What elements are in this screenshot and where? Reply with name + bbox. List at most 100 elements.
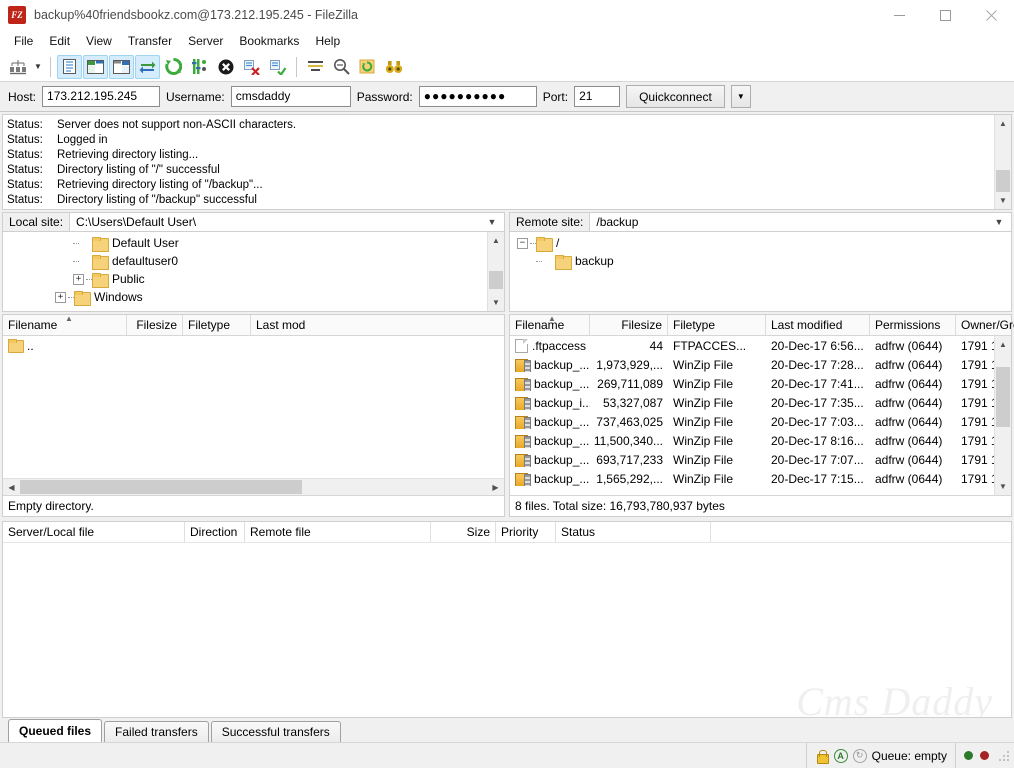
table-row[interactable]: backup_... 1,973,929,... WinZip File 20-… — [510, 355, 994, 374]
tree-node[interactable]: defaultuser0 — [3, 252, 487, 270]
reconnect-icon[interactable] — [265, 55, 290, 79]
scroll-down-icon[interactable]: ▼ — [488, 294, 504, 311]
toggle-message-log-icon[interactable] — [57, 54, 82, 79]
scroll-down-icon[interactable]: ▼ — [995, 478, 1011, 495]
scroll-track[interactable] — [20, 479, 487, 495]
scroll-thumb[interactable] — [20, 480, 302, 494]
tree-node[interactable]: backup — [510, 252, 1011, 270]
remote-list-scrollbar[interactable]: ▲ ▼ — [994, 336, 1011, 495]
filter-icon[interactable] — [303, 55, 328, 79]
scroll-thumb[interactable] — [489, 271, 503, 289]
host-input[interactable]: 173.212.195.245 — [42, 86, 161, 107]
search-remote-files-icon[interactable] — [381, 55, 406, 79]
toggle-remote-tree-icon[interactable] — [109, 54, 134, 79]
process-queue-icon[interactable] — [187, 55, 212, 79]
table-row[interactable]: backup_... 737,463,025 WinZip File 20-De… — [510, 412, 994, 431]
toggle-transfer-queue-icon[interactable] — [135, 54, 160, 79]
menu-view[interactable]: View — [78, 32, 120, 50]
tree-node[interactable]: + Windows — [3, 288, 487, 306]
tree-node[interactable]: + Public — [3, 270, 487, 288]
quickconnect-dropdown-icon[interactable]: ▼ — [730, 85, 751, 108]
scroll-track[interactable] — [995, 132, 1011, 192]
speed-limit-icon[interactable]: ↻ — [852, 748, 867, 763]
scroll-thumb[interactable] — [996, 170, 1010, 192]
scroll-track[interactable] — [488, 249, 504, 294]
table-row[interactable]: backup_... 1,565,292,... WinZip File 20-… — [510, 469, 994, 488]
column-header-size[interactable]: Size — [431, 522, 496, 542]
scroll-right-icon[interactable]: ▶ — [487, 479, 504, 495]
synchronized-browsing-icon[interactable] — [355, 55, 380, 79]
menu-help[interactable]: Help — [307, 32, 348, 50]
cancel-operation-icon[interactable] — [213, 55, 238, 79]
column-header-filetype[interactable]: Filetype — [183, 315, 251, 335]
chevron-down-icon[interactable]: ▼ — [991, 217, 1007, 227]
column-header-owner[interactable]: Owner/Gro... — [956, 315, 1014, 335]
column-header-direction[interactable]: Direction — [185, 522, 245, 542]
column-header-priority[interactable]: Priority — [496, 522, 556, 542]
menu-transfer[interactable]: Transfer — [120, 32, 180, 50]
column-header-permissions[interactable]: Permissions — [870, 315, 956, 335]
scroll-left-icon[interactable]: ◀ — [3, 479, 20, 495]
menu-bookmarks[interactable]: Bookmarks — [231, 32, 307, 50]
port-input[interactable]: 21 — [574, 86, 621, 107]
site-manager-dropdown-icon[interactable]: ▼ — [32, 55, 44, 79]
maximize-button[interactable] — [922, 0, 968, 30]
toggle-local-tree-icon[interactable] — [83, 54, 108, 79]
username-input[interactable]: cmsdaddy — [230, 86, 351, 107]
column-header-status[interactable]: Status — [556, 522, 711, 542]
tree-expander-icon[interactable]: − — [517, 237, 528, 249]
tab-successful-transfers[interactable]: Successful transfers — [210, 721, 341, 742]
scroll-thumb[interactable] — [996, 367, 1010, 427]
local-tree-scrollbar[interactable]: ▲ ▼ — [487, 232, 504, 311]
resize-grip[interactable] — [997, 748, 1011, 763]
menu-edit[interactable]: Edit — [41, 32, 78, 50]
scroll-up-icon[interactable]: ▲ — [488, 232, 504, 249]
column-header-filesize[interactable]: Filesize — [127, 315, 183, 335]
column-header-lastmodified[interactable]: Last modified — [766, 315, 870, 335]
password-input[interactable]: ●●●●●●●●●● — [418, 86, 537, 107]
table-row[interactable]: backup_... 269,711,089 WinZip File 20-De… — [510, 374, 994, 393]
queue-body[interactable]: Cms Daddy — [3, 543, 1011, 717]
quickconnect-button[interactable]: Quickconnect — [626, 85, 725, 108]
scroll-up-icon[interactable]: ▲ — [995, 336, 1011, 353]
local-list-body[interactable]: .. — [3, 336, 504, 478]
tree-expander-icon[interactable]: + — [73, 273, 84, 285]
column-header-server-local-file[interactable]: Server/Local file — [3, 522, 185, 542]
close-button[interactable] — [968, 0, 1014, 30]
scroll-up-icon[interactable]: ▲ — [995, 115, 1011, 132]
menu-file[interactable]: File — [6, 32, 41, 50]
tab-queued-files[interactable]: Queued files — [8, 719, 103, 742]
message-log-scrollbar[interactable]: ▲ ▼ — [994, 115, 1011, 209]
column-header-filesize[interactable]: Filesize — [590, 315, 668, 335]
tree-expander-icon[interactable]: + — [55, 291, 66, 303]
menu-server[interactable]: Server — [180, 32, 231, 50]
table-row[interactable]: backup_i... 53,327,087 WinZip File 20-De… — [510, 393, 994, 412]
compare-directories-icon[interactable] — [329, 55, 354, 79]
column-header-lastmodified[interactable]: Last mod — [251, 315, 317, 335]
refresh-icon[interactable] — [161, 55, 186, 79]
ascii-mode-icon[interactable]: A — [833, 748, 848, 763]
local-list-hscrollbar[interactable]: ◀ ▶ — [3, 478, 504, 495]
column-header-filetype[interactable]: Filetype — [668, 315, 766, 335]
chevron-down-icon[interactable]: ▼ — [484, 217, 500, 227]
table-row[interactable]: .. — [3, 336, 504, 355]
remote-list-body[interactable]: .ftpaccess 44 FTPACCES... 20-Dec-17 6:56… — [510, 336, 1011, 495]
disconnect-icon[interactable] — [239, 55, 264, 79]
tab-failed-transfers[interactable]: Failed transfers — [104, 721, 209, 742]
table-row[interactable]: backup_... 693,717,233 WinZip File 20-De… — [510, 450, 994, 469]
message-log-list[interactable]: Status: Server does not support non-ASCI… — [3, 115, 994, 209]
local-directory-tree[interactable]: Default User defaultuser0 + Public + Win… — [2, 232, 505, 312]
lock-icon[interactable] — [815, 749, 829, 764]
tree-node[interactable]: − / — [510, 234, 1011, 252]
column-header-remote-file[interactable]: Remote file — [245, 522, 431, 542]
local-site-path-combo[interactable]: C:\Users\Default User\ ▼ — [69, 212, 505, 232]
scroll-track[interactable] — [995, 353, 1011, 478]
remote-directory-tree[interactable]: − / backup — [509, 232, 1012, 312]
column-header-filename[interactable]: Filename ▲ — [3, 315, 127, 335]
column-header-filename[interactable]: Filename ▲ — [510, 315, 590, 335]
table-row[interactable]: backup_... 11,500,340... WinZip File 20-… — [510, 431, 994, 450]
tree-node[interactable]: Default User — [3, 234, 487, 252]
scroll-down-icon[interactable]: ▼ — [995, 192, 1011, 209]
remote-site-path-combo[interactable]: /backup ▼ — [589, 212, 1012, 232]
table-row[interactable]: .ftpaccess 44 FTPACCES... 20-Dec-17 6:56… — [510, 336, 994, 355]
